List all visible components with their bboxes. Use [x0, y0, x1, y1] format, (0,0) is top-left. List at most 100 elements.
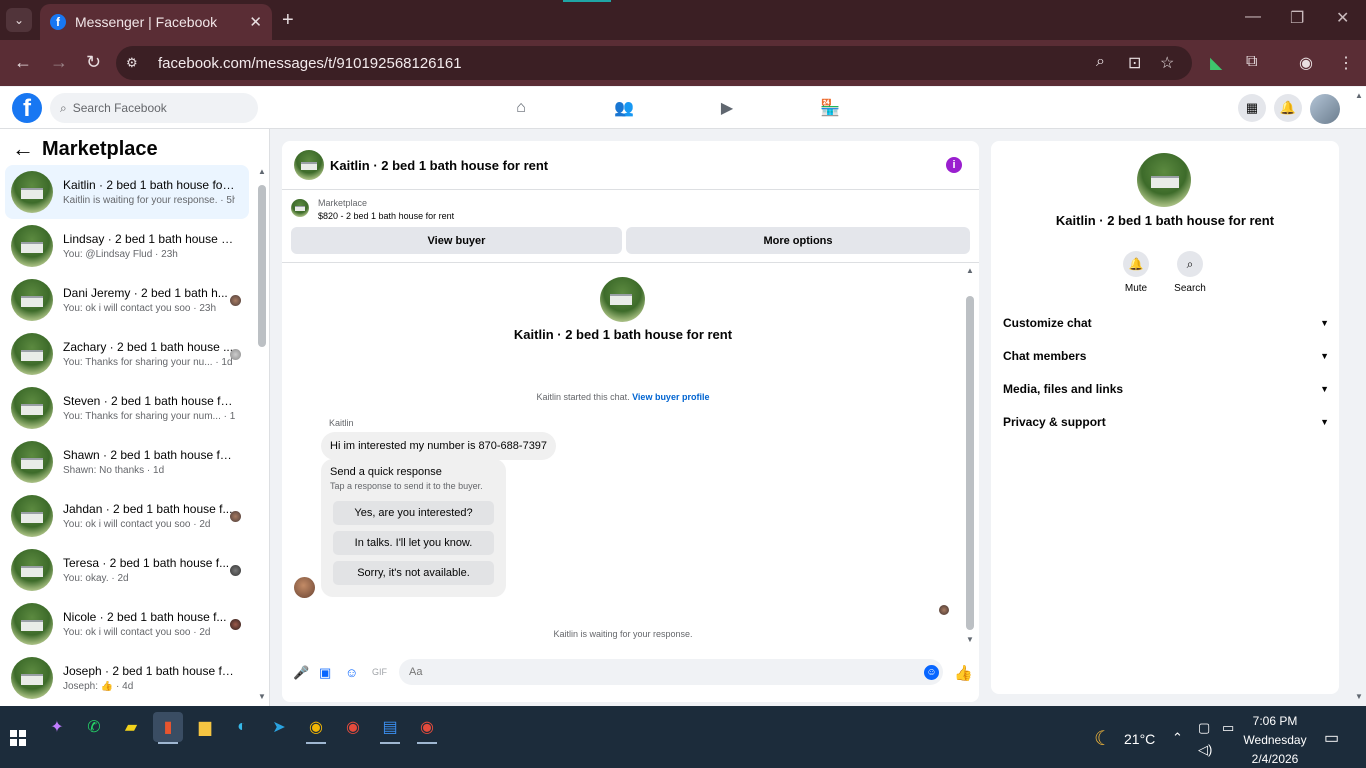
video-icon[interactable]: ▶: [716, 97, 738, 119]
conversation-item[interactable]: Kaitlin · 2 bed 1 bath house for ... Kait…: [5, 165, 249, 219]
conversation-item[interactable]: Zachary · 2 bed 1 bath house ... You: Tha…: [5, 327, 249, 381]
window-close-icon[interactable]: ✕: [1336, 8, 1349, 28]
more-options-button[interactable]: More options: [626, 227, 970, 254]
facebook-search-field[interactable]: ⌕ Search Facebook: [50, 93, 258, 123]
quick-reply-button[interactable]: In talks. I'll let you know.: [333, 531, 494, 555]
account-avatar[interactable]: [1310, 94, 1340, 124]
file-explorer-icon[interactable]: ▆: [190, 712, 220, 742]
view-buyer-button[interactable]: View buyer: [291, 227, 622, 254]
emoji-icon[interactable]: ☺: [924, 665, 939, 680]
reload-icon[interactable]: ↻: [86, 52, 101, 73]
conversation-item[interactable]: Joseph · 2 bed 1 bath house for ... Josep…: [5, 651, 249, 705]
conversation-info-icon[interactable]: i: [946, 157, 962, 173]
whatsapp-icon[interactable]: ✆: [79, 712, 109, 742]
tab-messenger[interactable]: f Messenger | Facebook ✕: [40, 4, 272, 40]
omnibox[interactable]: ⚙ facebook.com/messages/t/91019256812616…: [116, 46, 1192, 80]
notifications-bell-icon[interactable]: 🔔: [1274, 94, 1302, 122]
conversation-item[interactable]: Teresa · 2 bed 1 bath house f... You: oka…: [5, 543, 249, 597]
conversation-item[interactable]: Nicole · 2 bed 1 bath house f... You: ok …: [5, 597, 249, 651]
restore-icon[interactable]: ❐: [1290, 8, 1304, 28]
new-tab-button[interactable]: +: [282, 8, 294, 32]
minimize-icon[interactable]: —: [1245, 8, 1261, 26]
chat-scroll-down-icon[interactable]: ▼: [966, 635, 974, 644]
sticky-notes-icon[interactable]: ▰: [116, 712, 146, 742]
notification-center-icon[interactable]: ▭: [1324, 728, 1339, 748]
chrome-profile-icon[interactable]: ◉: [338, 712, 368, 742]
conversation-name: Dani Jeremy · 2 bed 1 bath h...: [63, 286, 228, 300]
facebook-logo-icon[interactable]: f: [12, 93, 42, 123]
install-app-icon[interactable]: ⊡: [1128, 53, 1141, 73]
section-privacy-support[interactable]: Privacy & support ▼: [1003, 410, 1329, 434]
back-icon[interactable]: ←: [14, 52, 32, 73]
chat-header-thumbnail[interactable]: [294, 150, 324, 180]
menu-grid-icon[interactable]: ▦: [1238, 94, 1266, 122]
conversation-item[interactable]: Lindsay · 2 bed 1 bath house for... You: …: [5, 219, 249, 273]
edge-icon[interactable]: ◐: [227, 712, 257, 742]
conversation-item[interactable]: Jahdan · 2 bed 1 bath house f... You: ok …: [5, 489, 249, 543]
active-app-icon[interactable]: ▮: [153, 712, 183, 744]
chat-scrollbar[interactable]: [966, 296, 974, 630]
sidebar-scroll-down-icon[interactable]: ▼: [258, 692, 266, 701]
browser-menu-icon[interactable]: ⋮: [1338, 53, 1354, 73]
sidebar-scroll-up-icon[interactable]: ▲: [258, 167, 266, 176]
conversation-item[interactable]: Dani Jeremy · 2 bed 1 bath h... You: ok i…: [5, 273, 249, 327]
zoom-icon[interactable]: ⌕: [1096, 53, 1105, 71]
message-composer: 🎤 ▣ ☺ GIF ☺ 👍: [282, 656, 979, 688]
browser-tab-bar: ⌄ f Messenger | Facebook ✕ + — ❐ ✕: [0, 0, 1366, 40]
chrome-window-icon[interactable]: ◉: [412, 712, 442, 744]
site-info-icon[interactable]: ⚙: [126, 55, 150, 71]
conversation-preview: You: ok i will contact you soo · 2d: [63, 519, 211, 530]
friends-icon[interactable]: 👥: [613, 97, 635, 119]
conversation-list: Kaitlin · 2 bed 1 bath house for ... Kait…: [5, 165, 249, 705]
windows-start-icon[interactable]: [10, 730, 26, 746]
home-icon[interactable]: ⌂: [510, 97, 532, 119]
section-media-files-links[interactable]: Media, files and links ▼: [1003, 377, 1329, 401]
extensions-puzzle-icon[interactable]: ⧉: [1246, 53, 1257, 71]
windows-taskbar: ✦ ✆ ▰ ▮ ▆ ◐ ➤ ◉ ◉ ▤ ◉ ☾ 21°C ⌃ ▢ ▭ ◁) 7:…: [0, 706, 1366, 768]
back-arrow-icon[interactable]: ←: [12, 136, 34, 162]
tray-overflow-icon[interactable]: ⌃: [1172, 730, 1183, 746]
microphone-icon[interactable]: 🎤: [293, 665, 309, 681]
view-buyer-profile-link[interactable]: View buyer profile: [632, 392, 709, 402]
tab-search-dropdown[interactable]: ⌄: [6, 8, 32, 32]
photo-icon[interactable]: ▣: [319, 665, 331, 681]
telegram-icon[interactable]: ➤: [264, 712, 294, 742]
quick-reply-button[interactable]: Yes, are you interested?: [333, 501, 494, 525]
section-chat-members[interactable]: Chat members ▼: [1003, 344, 1329, 368]
chat-title[interactable]: Kaitlin · 2 bed 1 bath house for rent: [330, 158, 548, 173]
system-clock[interactable]: 7:06 PM Wednesday 2/4/2026: [1240, 712, 1310, 768]
page-scroll-down-icon[interactable]: ▼: [1355, 692, 1363, 701]
volume-icon[interactable]: ◁): [1198, 742, 1212, 758]
chart-app-icon[interactable]: ▤: [375, 712, 405, 744]
quick-reply-button[interactable]: Sorry, it's not available.: [333, 561, 494, 585]
message-bubble[interactable]: Hi im interested my number is 870-688-73…: [321, 432, 557, 460]
gif-icon[interactable]: GIF: [372, 667, 387, 677]
conversation-item[interactable]: Shawn · 2 bed 1 bath house for ... Shawn:…: [5, 435, 249, 489]
listing-thumbnail: [11, 603, 53, 645]
page-scroll-up-icon[interactable]: ▲: [1355, 91, 1363, 100]
tab-close-icon[interactable]: ✕: [249, 13, 262, 31]
mute-button[interactable]: 🔔 Mute: [1116, 251, 1156, 294]
temperature[interactable]: 21°C: [1124, 731, 1155, 747]
url-text[interactable]: facebook.com/messages/t/910192568126161: [158, 55, 462, 72]
section-customize-chat[interactable]: Customize chat ▼: [1003, 311, 1329, 335]
meet-icon[interactable]: ▢: [1198, 720, 1210, 736]
chat-scroll-up-icon[interactable]: ▲: [966, 266, 974, 275]
sidebar-scrollbar[interactable]: [258, 185, 266, 347]
marketplace-icon[interactable]: 🏪: [819, 97, 841, 119]
weather-moon-icon[interactable]: ☾: [1094, 726, 1112, 751]
sticker-icon[interactable]: ☺: [345, 665, 358, 680]
profile-icon[interactable]: ◉: [1299, 53, 1313, 73]
network-icon[interactable]: ▭: [1222, 720, 1234, 736]
message-input[interactable]: [399, 659, 943, 685]
system-note: Kaitlin started this chat. View buyer pr…: [282, 392, 964, 402]
like-thumb-icon[interactable]: 👍: [954, 664, 973, 682]
conversation-item[interactable]: Steven · 2 bed 1 bath house for ... You: …: [5, 381, 249, 435]
forward-icon[interactable]: →: [50, 52, 68, 73]
search-conversation-button[interactable]: ⌕ Search: [1170, 251, 1210, 294]
chrome-icon[interactable]: ◉: [301, 712, 331, 744]
bookmark-star-icon[interactable]: ☆: [1160, 53, 1174, 73]
buyer-avatar[interactable]: [294, 577, 315, 598]
extension-green-icon[interactable]: ◣: [1210, 53, 1222, 73]
copilot-icon[interactable]: ✦: [42, 712, 72, 742]
